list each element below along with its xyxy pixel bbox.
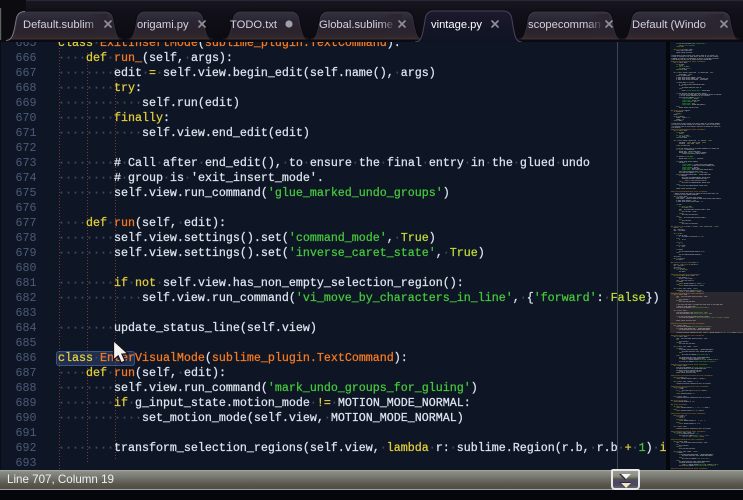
svg-text:origami.py: origami.py <box>137 19 189 31</box>
svg-text:Default.sublim: Default.sublim <box>23 19 94 31</box>
svg-text:Default (Windo: Default (Windo <box>632 19 706 31</box>
svg-text:TODO.txt: TODO.txt <box>230 19 278 31</box>
svg-text:vintage.py: vintage.py <box>431 19 482 31</box>
